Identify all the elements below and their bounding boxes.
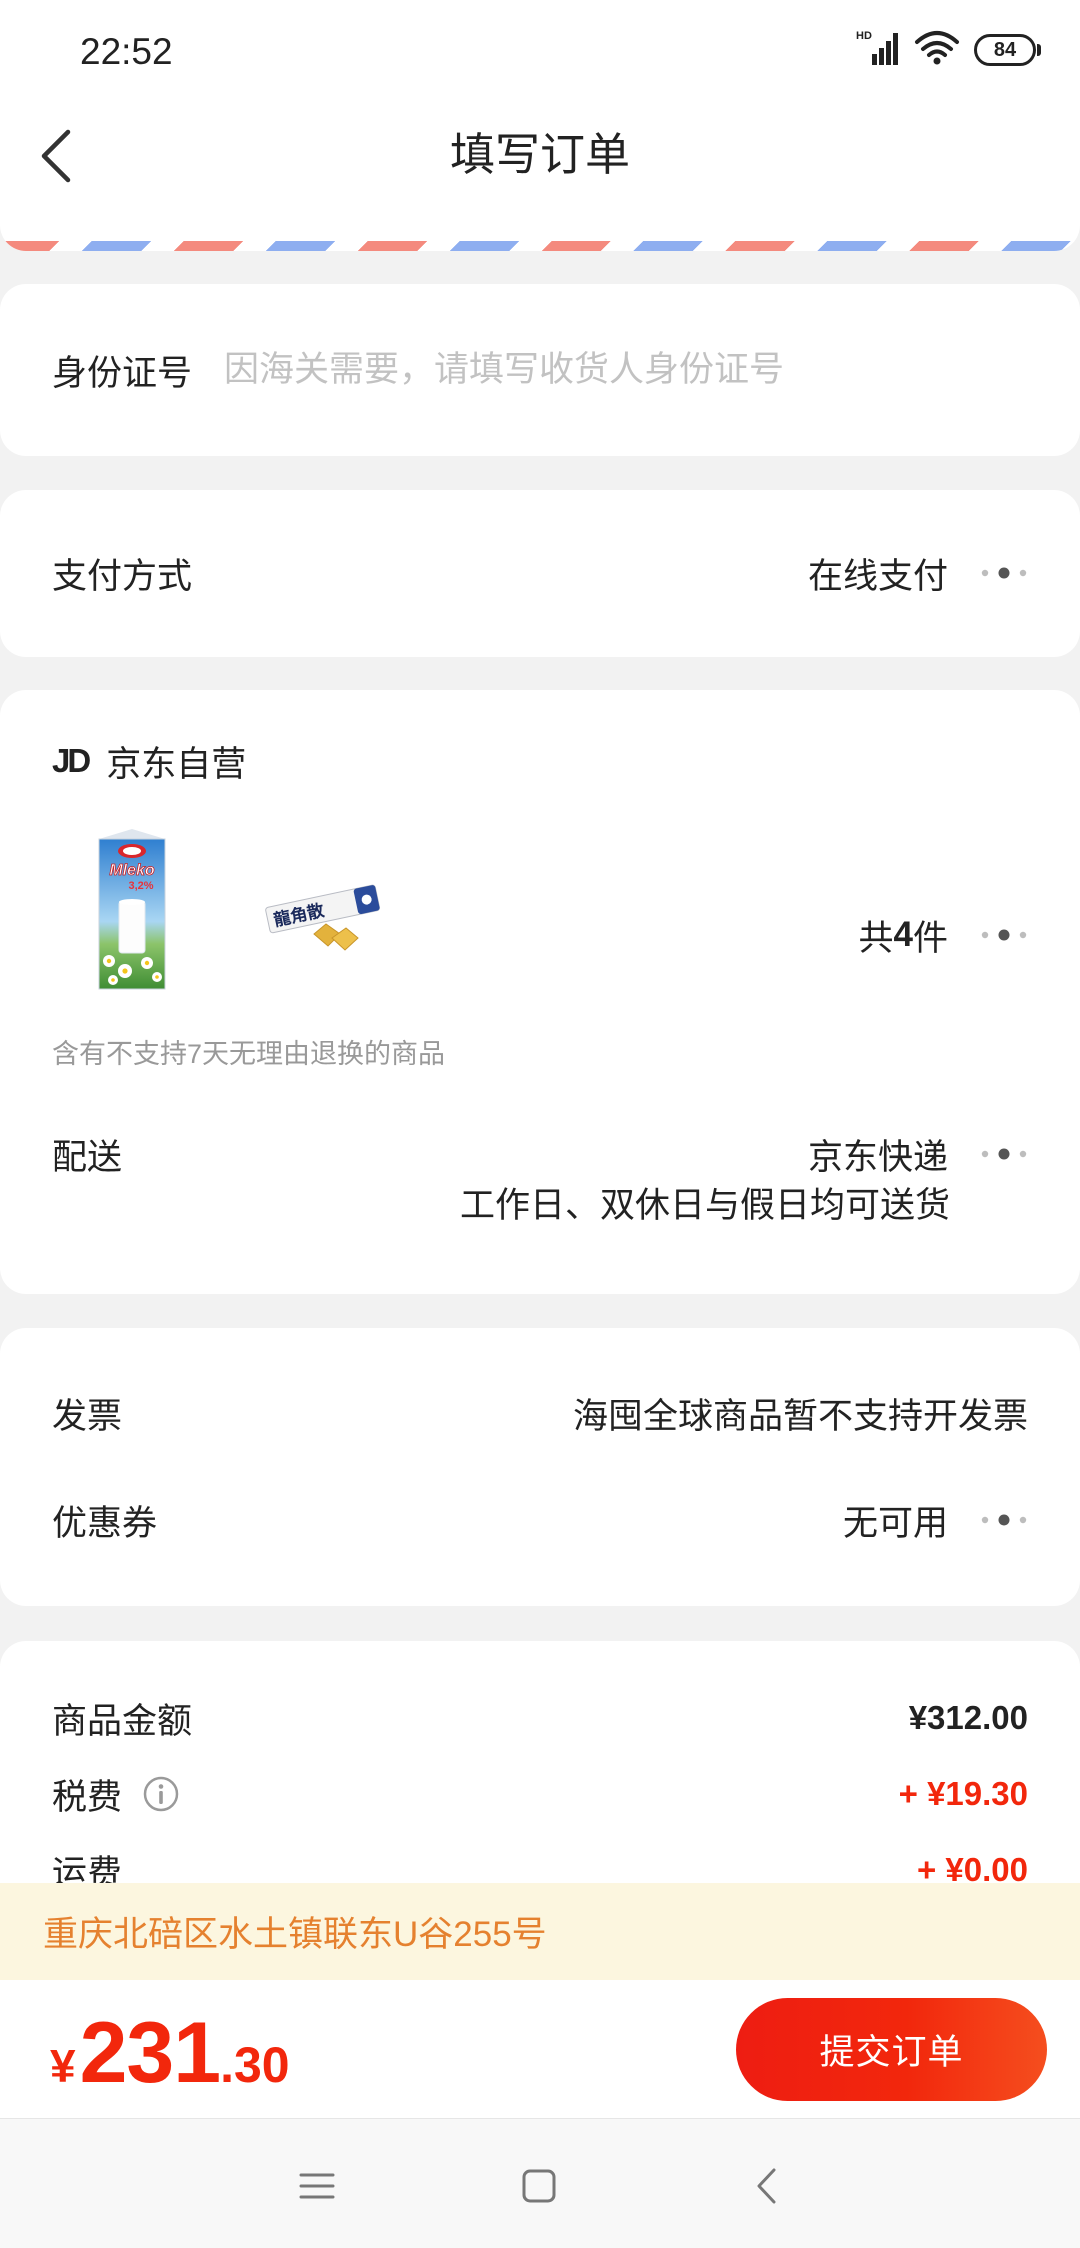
status-time: 22:52: [80, 31, 173, 72]
address-reminder-bar: 重庆北碚区水土镇联东U谷255号: [0, 1883, 1080, 1980]
wifi-icon: [915, 31, 959, 65]
invoice-value: 海囤全球商品暂不支持开发票: [572, 1396, 1028, 1436]
summary-label: 商品金额: [52, 1701, 193, 1741]
store-name: 京东自营: [106, 744, 247, 784]
back-icon[interactable]: [737, 2155, 797, 2215]
product-image-milk[interactable]: Mleko 3,2%: [95, 829, 169, 990]
airmail-stripe: [0, 241, 1080, 251]
battery-indicator: 84: [974, 34, 1036, 66]
delivery-label: 配送: [52, 1137, 123, 1177]
summary-row-tax: 税费 + ¥19.30: [52, 1764, 1028, 1824]
store-section: JD 京东自营 Mleko 3,2% 龍角散 共 4 件 含有不支持7天无理由退…: [0, 690, 1080, 1294]
svg-text:Mleko: Mleko: [109, 862, 155, 879]
payment-row[interactable]: 支付方式 在线支付: [52, 543, 1028, 603]
price-integer: 231: [79, 2005, 221, 2101]
svg-text:HD: HD: [856, 30, 872, 42]
system-nav-bar: [0, 2118, 1080, 2248]
id-card-section: 身份证号: [0, 284, 1080, 456]
address-card-edge: [0, 190, 1080, 251]
price-decimal: .30: [220, 2037, 290, 2093]
id-card-row: 身份证号: [52, 340, 1028, 400]
return-policy-notice: 含有不支持7天无理由退换的商品: [52, 1039, 446, 1069]
payment-section: 支付方式 在线支付: [0, 490, 1080, 657]
id-card-label: 身份证号: [52, 353, 193, 393]
summary-label: 税费: [52, 1777, 123, 1817]
product-image-candy[interactable]: 龍角散: [262, 876, 394, 956]
id-card-input[interactable]: [224, 350, 985, 390]
coupon-label: 优惠券: [52, 1503, 158, 1543]
more-dots-icon: [981, 1148, 1027, 1160]
battery-nub: [1037, 44, 1041, 56]
jd-logo: JD: [52, 742, 91, 779]
delivery-row[interactable]: 配送 京东快递: [52, 1124, 1028, 1184]
address-text: 重庆北碚区水土镇联东U谷255号: [43, 1915, 547, 1954]
invoice-coupon-section: 发票 海囤全球商品暂不支持开发票 优惠券 无可用: [0, 1328, 1080, 1606]
summary-value: ¥312.00: [908, 1699, 1028, 1736]
total-price: ¥ 231 .30: [50, 2010, 290, 2096]
coupon-value: 无可用: [842, 1503, 948, 1543]
info-icon[interactable]: [142, 1775, 180, 1813]
price-currency: ¥: [50, 2040, 76, 2092]
submit-order-button[interactable]: 提交订单: [736, 1998, 1047, 2101]
svg-text:3,2%: 3,2%: [128, 880, 153, 892]
invoice-row: 发票 海囤全球商品暂不支持开发票: [52, 1383, 1028, 1443]
menu-icon[interactable]: [287, 2155, 347, 2215]
delivery-note: 工作日、双休日与假日均可送货: [459, 1186, 950, 1225]
payment-value: 在线支付: [807, 556, 948, 596]
coupon-row[interactable]: 优惠券 无可用: [52, 1490, 1028, 1550]
product-count: 4: [893, 915, 913, 954]
signal-icon: HD: [856, 30, 898, 65]
home-icon[interactable]: [509, 2155, 569, 2215]
product-count-suffix: 件: [912, 918, 948, 958]
more-dots-icon: [981, 1514, 1027, 1526]
product-count-row[interactable]: 共 4 件: [600, 905, 1028, 965]
store-header: JD 京东自营: [52, 731, 1028, 791]
delivery-value: 京东快递: [807, 1137, 948, 1177]
page-title: 填写订单: [449, 129, 630, 180]
invoice-label: 发票: [52, 1396, 123, 1436]
product-count-prefix: 共: [858, 918, 894, 958]
summary-value: + ¥19.30: [898, 1775, 1028, 1812]
more-dots-icon: [981, 929, 1027, 941]
payment-label: 支付方式: [52, 556, 193, 596]
more-dots-icon: [981, 567, 1027, 579]
summary-row-goods: 商品金额 ¥312.00: [52, 1688, 1028, 1748]
